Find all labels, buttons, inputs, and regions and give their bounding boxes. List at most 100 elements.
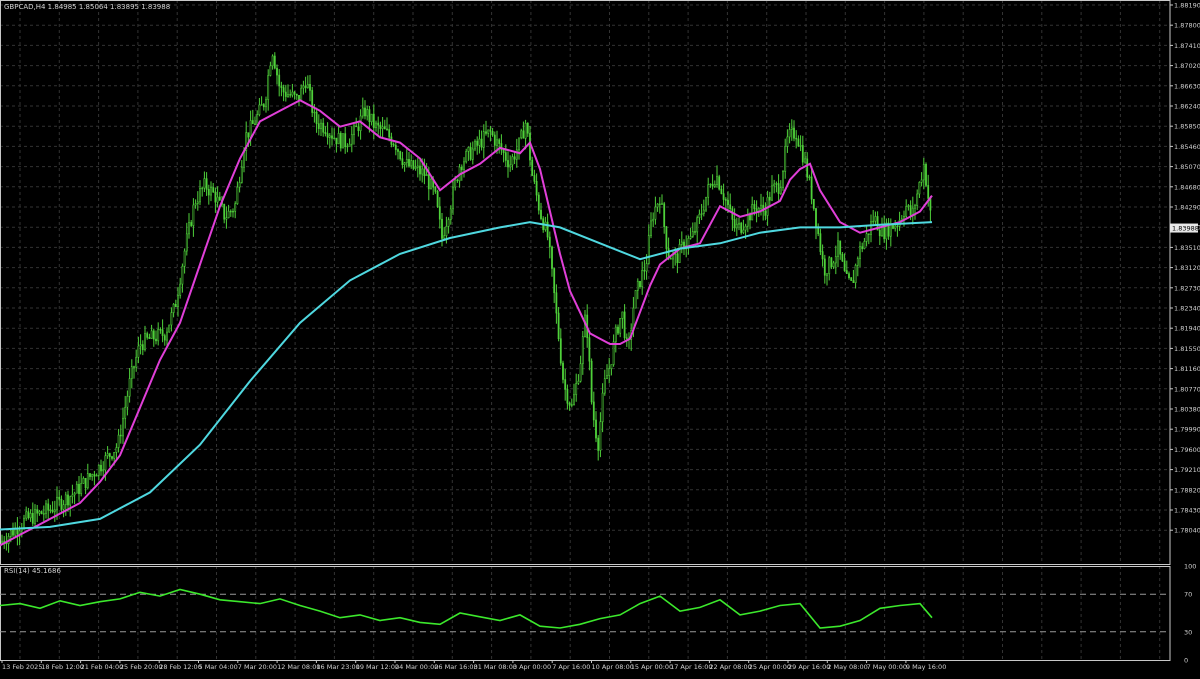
candle-body <box>335 137 338 145</box>
price-tick-label: 1.86630 <box>1174 82 1200 90</box>
candle-body <box>159 329 162 331</box>
candle-body <box>654 206 657 220</box>
current-price-label: 1.83988 <box>1172 225 1199 233</box>
candle-body <box>324 131 327 134</box>
candle-body <box>795 137 798 140</box>
candle-body <box>738 222 740 225</box>
candle-body <box>128 378 131 397</box>
candle-body <box>47 503 50 511</box>
candle-body <box>247 132 250 138</box>
time-tick-label: 22 Apr 08:00 <box>709 663 751 671</box>
candle-body <box>707 184 710 198</box>
candle-body <box>313 111 316 114</box>
candle-body <box>905 206 908 217</box>
candle-body <box>331 135 333 139</box>
candle-body <box>291 91 294 96</box>
candle-body <box>771 185 773 201</box>
time-tick-label: 25 Apr 00:00 <box>749 663 791 671</box>
candle-body <box>529 132 531 161</box>
candle-body <box>399 151 402 160</box>
candle-body <box>867 233 870 235</box>
candle-body <box>612 341 615 365</box>
candle-body <box>854 265 857 283</box>
candle-body <box>722 193 725 200</box>
candle-body <box>434 186 437 192</box>
candle-body <box>117 434 120 448</box>
candle-body <box>370 113 373 123</box>
chart-window[interactable]: 1.88190 1.87800 1.87410 1.87020 1.86630 1.862… <box>0 0 1200 675</box>
candle-body <box>823 258 826 276</box>
candle-body <box>852 280 855 283</box>
candle-body <box>133 366 135 368</box>
candle-body <box>95 475 98 477</box>
candle-body <box>18 530 21 535</box>
candle-body <box>878 229 881 237</box>
candle-body <box>251 120 254 125</box>
candle-body <box>524 122 527 139</box>
rsi-tick-label: 0 <box>1184 657 1188 665</box>
candle-body <box>896 225 899 228</box>
candle-body <box>724 199 727 201</box>
candle-body <box>269 65 272 76</box>
candle-body <box>38 511 41 514</box>
candle-body <box>392 144 395 146</box>
candle-body <box>311 90 314 113</box>
time-tick-label: 31 Mar 08:00 <box>474 663 517 671</box>
price-tick-label: 1.82340 <box>1174 305 1200 313</box>
candle-body <box>69 496 72 506</box>
candle-body <box>412 160 415 169</box>
candle-body <box>141 344 144 350</box>
candle-body <box>82 477 85 484</box>
price-tick-label: 1.85850 <box>1174 123 1200 131</box>
candle-body <box>29 512 32 519</box>
rsi-tick-label: 100 <box>1184 563 1196 571</box>
candle-body <box>58 496 61 500</box>
candle-body <box>284 91 287 97</box>
candle-body <box>705 196 707 211</box>
candle-body <box>817 227 820 234</box>
candle-body <box>740 222 743 233</box>
candle-body <box>25 511 28 519</box>
candle-body <box>568 402 571 406</box>
candle-body <box>718 176 721 190</box>
candle-body <box>361 107 364 117</box>
candle-body <box>102 469 105 472</box>
candle-body <box>445 226 448 236</box>
candle-body <box>850 277 853 281</box>
candle-body <box>467 147 470 152</box>
candle-body <box>152 330 155 340</box>
candle-body <box>106 453 109 457</box>
time-tick-label: 28 Feb 12:00 <box>159 663 202 671</box>
candle-body <box>130 366 133 379</box>
candle-body <box>309 83 311 91</box>
chart-canvas[interactable]: 1.88190 1.87800 1.87410 1.87020 1.86630 1.862… <box>0 0 1200 675</box>
price-tick-label: 1.85070 <box>1174 163 1200 171</box>
candle-body <box>443 235 446 239</box>
candle-body <box>227 210 230 219</box>
candle-body <box>625 337 628 339</box>
candle-body <box>603 378 606 394</box>
price-tick-label: 1.79600 <box>1174 446 1200 454</box>
candle-body <box>841 253 844 262</box>
candle-body <box>366 109 369 117</box>
candle-body <box>126 395 129 408</box>
price-tick-label: 1.87410 <box>1174 42 1200 50</box>
candle-body <box>874 216 877 222</box>
candle-body <box>658 203 661 205</box>
candle-body <box>75 483 78 494</box>
candle-body <box>346 145 349 148</box>
candle-body <box>511 156 514 166</box>
candle-body <box>746 214 749 227</box>
candle-body <box>240 166 243 183</box>
candle-body <box>590 360 593 403</box>
candle-body <box>364 107 366 117</box>
candle-body <box>533 175 536 182</box>
candle-body <box>870 221 872 235</box>
candle-body <box>487 129 490 134</box>
candle-body <box>597 437 600 451</box>
candle-body <box>634 290 637 309</box>
candle-body <box>531 159 534 176</box>
time-tick-label: 3 Apr 00:00 <box>513 663 551 671</box>
candle-body <box>749 214 751 221</box>
price-tick-label: 1.87020 <box>1174 62 1200 70</box>
